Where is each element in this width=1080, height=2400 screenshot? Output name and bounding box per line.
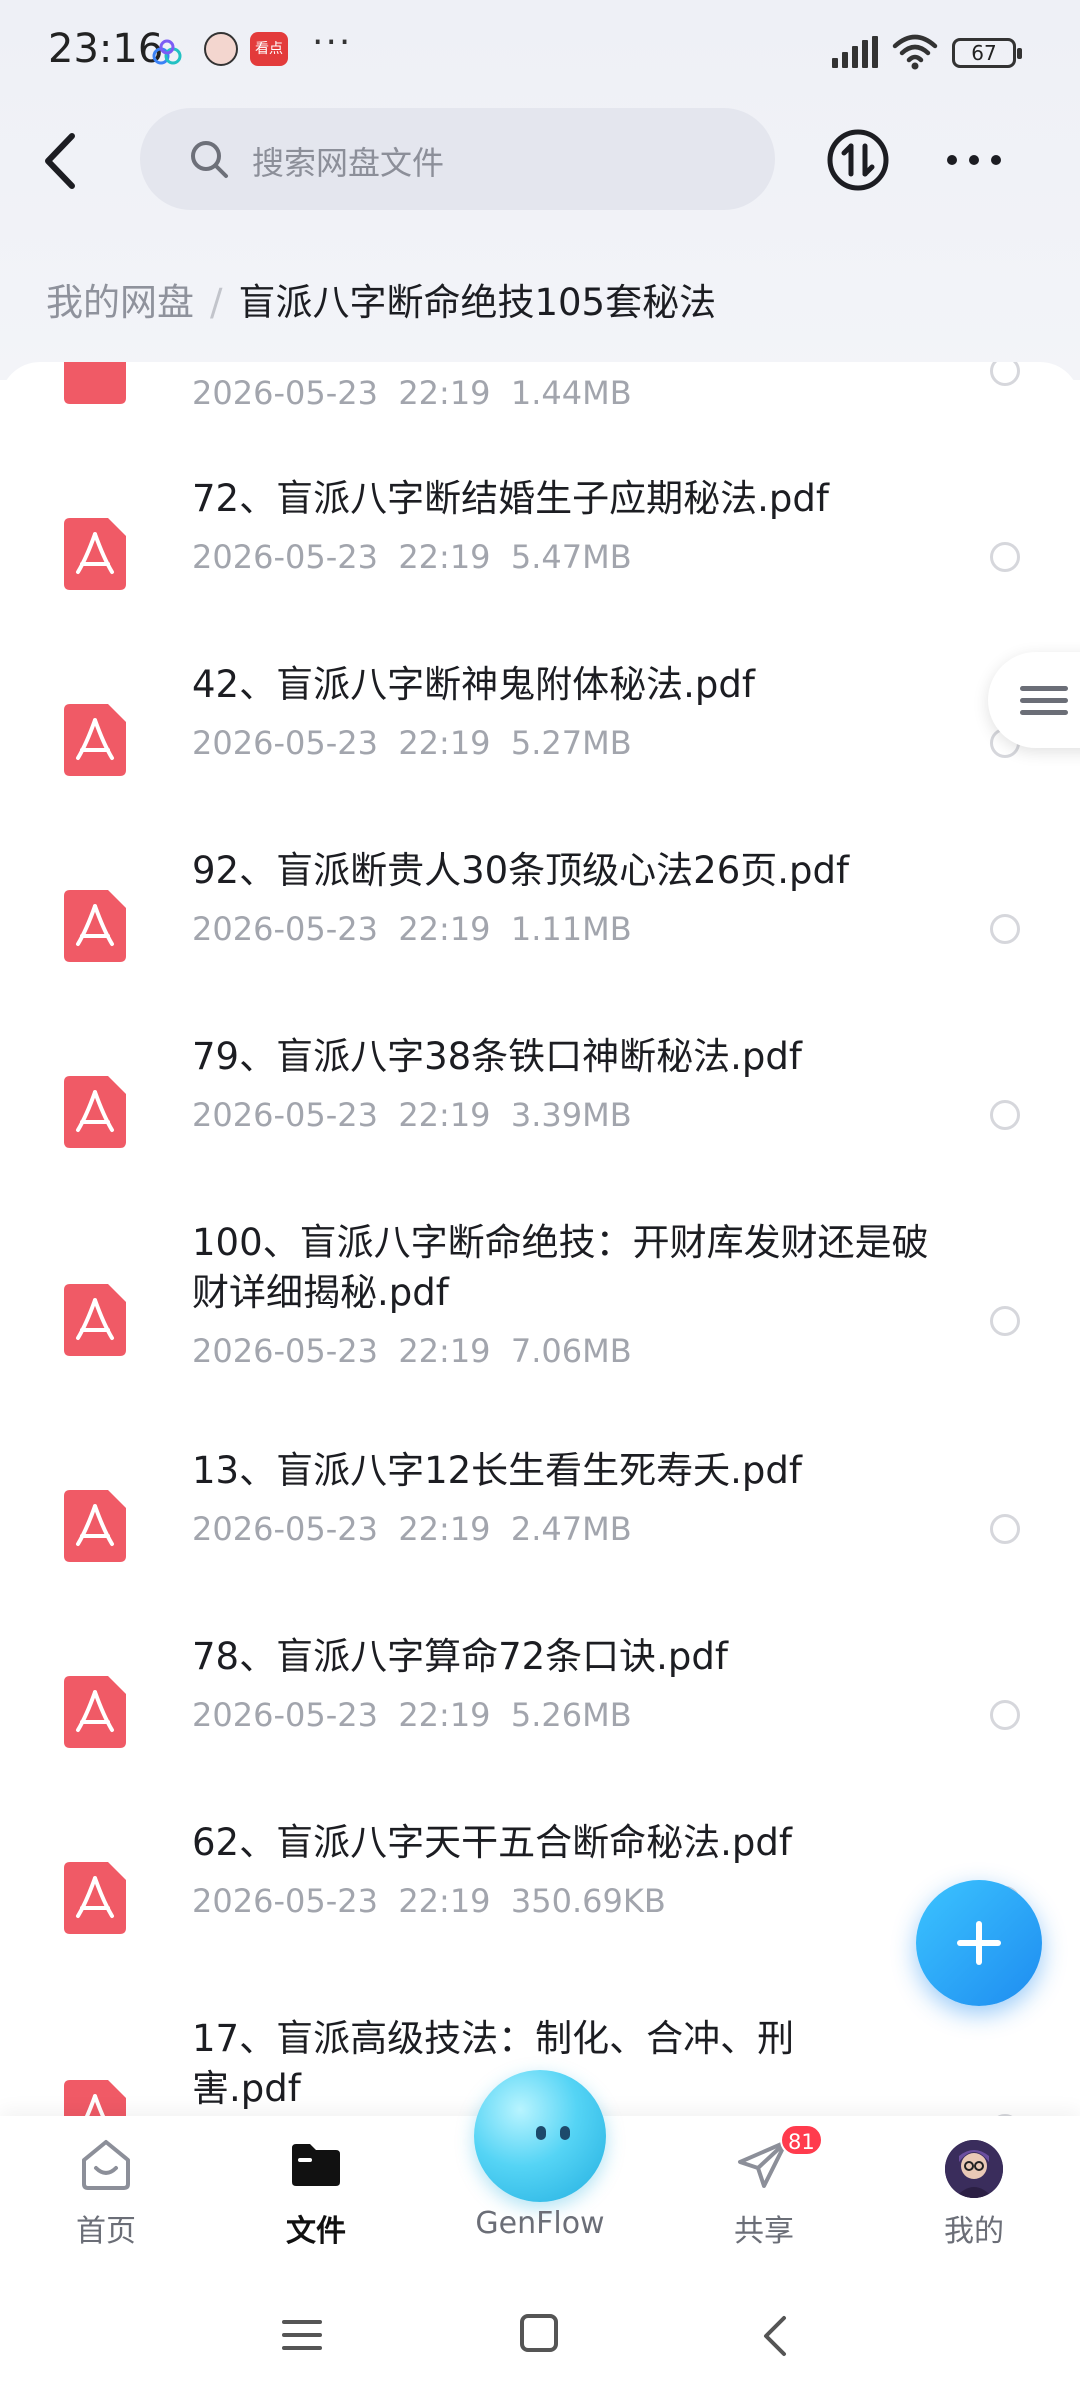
select-radio[interactable]: [990, 1306, 1020, 1336]
select-radio[interactable]: [990, 1100, 1020, 1130]
list-item[interactable]: 62、盲派八字天干五合断命秘法.pdf 2026-05-23 22:19 350…: [0, 1806, 1080, 1992]
file-name: 62、盲派八字天干五合断命秘法.pdf: [192, 1821, 792, 1864]
add-button[interactable]: [916, 1880, 1042, 2006]
more-options-button[interactable]: [944, 140, 1004, 180]
list-item[interactable]: 42、盲派八字断神鬼附体秘法.pdf 2026-05-23 22:19 5.27…: [0, 648, 1080, 834]
home-icon: [82, 2140, 130, 2190]
search-icon: [191, 141, 228, 178]
system-home-button[interactable]: [520, 2314, 558, 2352]
share-count-badge: 81: [780, 2124, 823, 2156]
pdf-file-icon: [64, 518, 126, 590]
select-radio[interactable]: [990, 1514, 1020, 1544]
status-time: 23:16: [48, 26, 164, 72]
file-meta: 2026-05-23 22:19 5.27MB: [192, 724, 632, 762]
avatar[interactable]: [945, 2140, 1003, 2198]
file-list: 2026-05-23 22:19 1.44MB 72、盲派八字断结婚生子应期秘法…: [0, 362, 1080, 2120]
bottom-navigation: 首页 文件 GenFlow 共享 81 我的: [0, 2070, 1080, 2400]
pdf-file-icon: [64, 1076, 126, 1148]
nav-genflow[interactable]: GenFlow: [460, 2116, 620, 2286]
breadcrumb-current: 盲派八字断命绝技105套秘法: [238, 281, 717, 324]
battery-icon: 67: [952, 38, 1022, 68]
file-name: 92、盲派断贵人30条顶级心法26页.pdf: [192, 849, 850, 892]
list-item[interactable]: 100、盲派八字断命绝技：开财库发财还是破财详细揭秘.pdf 2026-05-2…: [0, 1206, 1080, 1434]
pdf-file-icon: [64, 1676, 126, 1748]
pdf-file-icon: [64, 362, 126, 404]
file-name: 100、盲派八字断命绝技：开财库发财还是破财详细揭秘.pdf: [192, 1221, 929, 1314]
file-name: 13、盲派八字12长生看生死寿夭.pdf: [192, 1449, 802, 1492]
nav-genflow-label: GenFlow: [475, 2206, 605, 2241]
file-meta: 2026-05-23 22:19 5.47MB: [192, 538, 632, 576]
back-button[interactable]: [34, 126, 90, 196]
file-meta: 2026-05-23 22:19 1.44MB: [192, 374, 632, 412]
nav-files[interactable]: 文件: [236, 2116, 396, 2286]
select-radio[interactable]: [990, 914, 1020, 944]
search-placeholder: 搜索网盘文件: [252, 144, 445, 182]
signal-icon: [832, 36, 878, 68]
select-radio[interactable]: [990, 1700, 1020, 1730]
file-name: 42、盲派八字断神鬼附体秘法.pdf: [192, 663, 755, 706]
file-meta: 2026-05-23 22:19 350.69KB: [192, 1882, 666, 1920]
file-meta: 2026-05-23 22:19 1.11MB: [192, 910, 632, 948]
list-item[interactable]: 2026-05-23 22:19 1.44MB: [0, 362, 1080, 452]
list-item[interactable]: 72、盲派八字断结婚生子应期秘法.pdf 2026-05-23 22:19 5.…: [0, 462, 1080, 648]
list-item[interactable]: 92、盲派断贵人30条顶级心法26页.pdf 2026-05-23 22:19 …: [0, 834, 1080, 1020]
system-back-button[interactable]: [760, 2314, 790, 2358]
file-meta: 2026-05-23 22:19 5.26MB: [192, 1696, 632, 1734]
pdf-file-icon: [64, 1490, 126, 1562]
pdf-file-icon: [64, 1862, 126, 1934]
baidu-cloud-icon: [152, 39, 182, 65]
list-item[interactable]: 79、盲派八字38条铁口神断秘法.pdf 2026-05-23 22:19 3.…: [0, 1020, 1080, 1206]
breadcrumb-separator: /: [210, 281, 223, 324]
folder-icon: [292, 2144, 340, 2186]
select-radio[interactable]: [990, 362, 1020, 386]
breadcrumb-root[interactable]: 我的网盘: [46, 281, 194, 324]
avatar-image: [945, 2140, 1003, 2198]
transfer-list-button[interactable]: [826, 128, 890, 192]
nav-files-label: 文件: [286, 2214, 346, 2249]
more-notifications-icon: ···: [312, 22, 353, 63]
file-name: 79、盲派八字38条铁口神断秘法.pdf: [192, 1035, 802, 1078]
system-menu-button[interactable]: [282, 2318, 322, 2352]
pdf-file-icon: [64, 890, 126, 962]
status-bar: 23:16 看点 ··· 67: [0, 0, 1080, 110]
pdf-file-icon: [64, 704, 126, 776]
list-item[interactable]: 78、盲派八字算命72条口诀.pdf 2026-05-23 22:19 5.26…: [0, 1620, 1080, 1806]
file-name: 78、盲派八字算命72条口诀.pdf: [192, 1635, 728, 1678]
nav-share-label: 共享: [734, 2214, 794, 2249]
select-radio[interactable]: [990, 542, 1020, 572]
breadcrumb: 我的网盘 / 盲派八字断命绝技105套秘法: [46, 272, 716, 326]
nav-home[interactable]: 首页: [26, 2116, 186, 2286]
file-meta: 2026-05-23 22:19 7.06MB: [192, 1332, 632, 1370]
nav-mine-label: 我的: [944, 2214, 1004, 2249]
search-input[interactable]: 搜索网盘文件: [140, 108, 775, 210]
avatar-app-icon: [204, 32, 238, 66]
pdf-file-icon: [64, 1284, 126, 1356]
nav-home-label: 首页: [76, 2214, 136, 2249]
list-item[interactable]: 13、盲派八字12长生看生死寿夭.pdf 2026-05-23 22:19 2.…: [0, 1434, 1080, 1620]
side-menu-handle[interactable]: [988, 652, 1080, 748]
file-meta: 2026-05-23 22:19 2.47MB: [192, 1510, 632, 1548]
pdf-file-icon: [64, 2080, 126, 2120]
file-meta: 2026-05-23 22:19 3.39MB: [192, 1096, 632, 1134]
news-app-icon: 看点: [250, 32, 288, 66]
wifi-icon: [892, 34, 938, 70]
file-name: 72、盲派八字断结婚生子应期秘法.pdf: [192, 477, 829, 520]
